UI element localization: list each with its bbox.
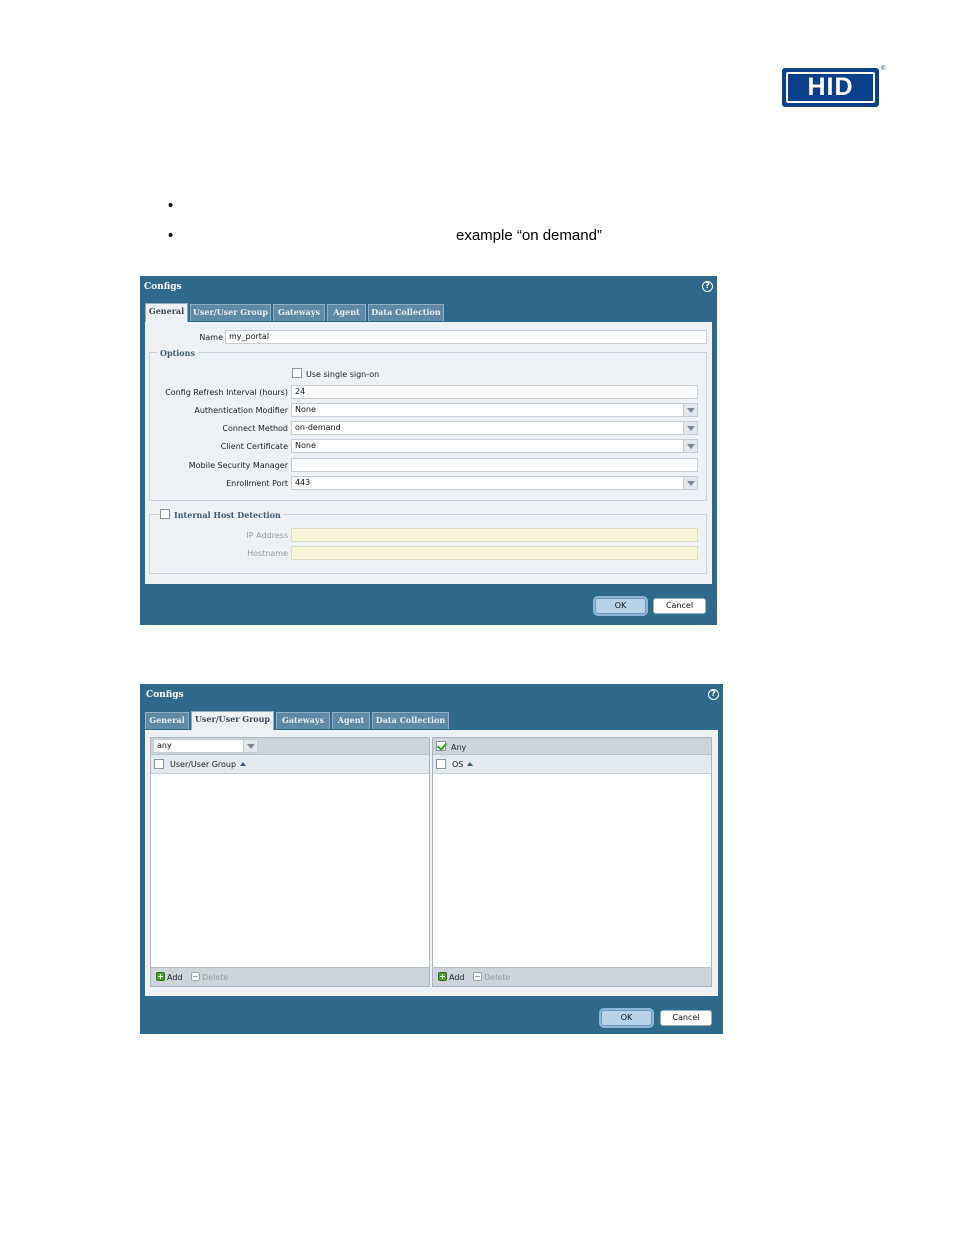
dialog-title: Configs	[146, 690, 184, 700]
ok-button[interactable]: OK	[595, 598, 646, 614]
connect-method-label: Connect Method	[222, 424, 288, 433]
chevron-down-icon[interactable]	[683, 404, 697, 416]
refresh-label: Config Refresh Interval (hours)	[165, 388, 288, 397]
os-column[interactable]: OS	[452, 760, 474, 769]
configs-dialog-general: Configs ? General User/User Group Gatewa…	[140, 276, 717, 625]
ihd-fieldset	[149, 514, 707, 574]
bullet-text-2: example “on demand”	[456, 227, 602, 244]
user-list-footer: Add Delete	[151, 967, 429, 986]
chevron-down-icon[interactable]	[683, 440, 697, 452]
ihd-checkbox[interactable]	[160, 509, 170, 519]
tab-user-group[interactable]: User/User Group	[190, 304, 271, 321]
user-group-column[interactable]: User/User Group	[170, 760, 247, 769]
ihd-legend: Internal Host Detection	[171, 510, 284, 520]
hostname-input[interactable]	[291, 546, 698, 560]
ip-address-input[interactable]	[291, 528, 698, 542]
chevron-down-icon[interactable]	[243, 740, 257, 752]
chevron-down-icon[interactable]	[683, 477, 697, 489]
tab-gateways[interactable]: Gateways	[273, 304, 325, 321]
enrollment-port-label: Enrollment Port	[226, 479, 288, 488]
tab-general[interactable]: General	[145, 303, 188, 323]
any-checkbox[interactable]	[436, 741, 446, 751]
user-group-panel: any User/User Group Add Delete Any OS Ad…	[145, 730, 718, 996]
select-all-users-checkbox[interactable]	[154, 759, 164, 769]
user-list-header: User/User Group	[151, 755, 429, 774]
auth-modifier-select[interactable]: None	[291, 403, 698, 417]
tab-data-collection[interactable]: Data Collection	[372, 712, 449, 729]
ok-button[interactable]: OK	[601, 1010, 652, 1026]
connect-method-value: on-demand	[295, 423, 341, 432]
cancel-button[interactable]: Cancel	[660, 1010, 712, 1026]
user-filter-select[interactable]: any	[153, 739, 258, 753]
tab-general[interactable]: General	[145, 712, 189, 729]
tab-data-collection[interactable]: Data Collection	[368, 304, 444, 321]
add-label: Add	[167, 973, 183, 982]
os-column-label: OS	[452, 760, 464, 769]
msm-label: Mobile Security Manager	[188, 461, 288, 470]
os-list-footer: Add Delete	[433, 967, 711, 986]
add-icon	[438, 972, 447, 981]
add-icon	[156, 972, 165, 981]
help-icon[interactable]: ?	[708, 689, 719, 700]
enrollment-port-value: 443	[295, 478, 311, 487]
sso-label: Use single sign-on	[306, 370, 380, 379]
dialog-title: Configs	[144, 282, 182, 292]
delete-os-button[interactable]: Delete	[473, 972, 510, 982]
hostname-label: Hostname	[247, 549, 288, 558]
options-legend: Options	[157, 348, 198, 358]
any-label: Any	[451, 743, 467, 752]
cancel-button[interactable]: Cancel	[653, 598, 706, 614]
client-cert-select[interactable]: None	[291, 439, 698, 453]
add-label: Add	[449, 973, 465, 982]
chevron-down-icon[interactable]	[683, 422, 697, 434]
registered-mark: ®	[881, 66, 886, 72]
user-group-list: any User/User Group Add Delete	[150, 737, 430, 987]
tab-agent[interactable]: Agent	[327, 304, 366, 321]
tab-agent[interactable]: Agent	[332, 712, 370, 729]
tab-user-group[interactable]: User/User Group	[191, 711, 274, 731]
bullet-mark: •	[168, 197, 174, 214]
connect-method-select[interactable]: on-demand	[291, 421, 698, 435]
delete-user-button[interactable]: Delete	[191, 972, 228, 982]
client-cert-value: None	[295, 441, 316, 450]
sso-checkbox[interactable]	[292, 368, 302, 378]
bullet-mark: •	[168, 227, 174, 244]
client-cert-label: Client Certificate	[220, 442, 288, 451]
delete-icon	[473, 972, 482, 981]
hid-logo: HID ®	[782, 66, 885, 107]
sort-up-icon	[467, 762, 474, 766]
user-group-column-label: User/User Group	[170, 760, 237, 769]
add-os-button[interactable]: Add	[438, 972, 465, 982]
ip-address-label: IP Address	[246, 531, 288, 540]
add-user-button[interactable]: Add	[156, 972, 183, 982]
os-list-header: OS	[433, 755, 711, 774]
msm-input[interactable]	[291, 458, 698, 472]
delete-icon	[191, 972, 200, 981]
name-label: Name	[199, 333, 223, 342]
tab-gateways[interactable]: Gateways	[276, 712, 330, 729]
os-any-bar: Any	[433, 738, 711, 755]
logo-text: HID	[786, 72, 875, 103]
user-filter-bar: any	[151, 738, 429, 755]
configs-dialog-user-group: Configs ? General User/User Group Gatewa…	[140, 684, 723, 1034]
refresh-input[interactable]: 24	[291, 385, 698, 399]
user-filter-value: any	[157, 741, 172, 750]
delete-label: Delete	[484, 973, 511, 982]
auth-modifier-value: None	[295, 405, 316, 414]
enrollment-port-select[interactable]: 443	[291, 476, 698, 490]
help-icon[interactable]: ?	[702, 281, 713, 292]
os-list: Any OS Add Delete	[432, 737, 712, 987]
select-all-os-checkbox[interactable]	[436, 759, 446, 769]
auth-modifier-label: Authentication Modifier	[194, 406, 288, 415]
name-input[interactable]: my_portal	[225, 330, 707, 344]
sort-up-icon	[240, 762, 247, 766]
delete-label: Delete	[202, 973, 229, 982]
general-panel: Name my_portal Options Use single sign-o…	[145, 322, 712, 584]
